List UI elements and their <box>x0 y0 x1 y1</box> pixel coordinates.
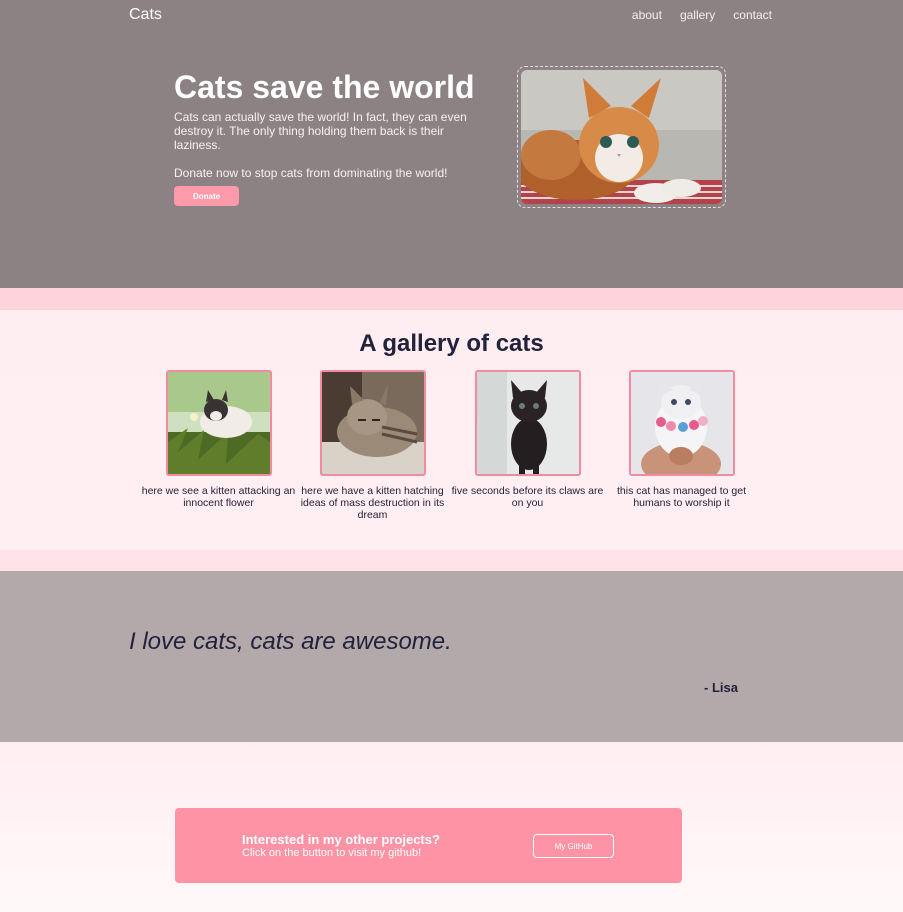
hero-photo-frame <box>517 66 726 208</box>
gallery-section: A gallery of cats here we see a kitten a… <box>0 310 903 550</box>
kitten-photo <box>521 70 722 204</box>
callout-subtitle: Click on the button to visit my github! <box>242 847 422 859</box>
nav-link-contact[interactable]: contact <box>733 8 772 22</box>
github-callout: Interested in my other projects? Click o… <box>175 808 682 883</box>
hero-title: Cats save the world <box>174 69 475 105</box>
gallery-caption: five seconds before its claws are on you <box>451 485 604 509</box>
gallery-card: here we see a kitten attacking an innoce… <box>141 370 296 509</box>
donate-button[interactable]: Donate <box>174 186 239 206</box>
gallery-image-sleeping-kitten[interactable] <box>319 370 426 476</box>
gallery-caption: here we have a kitten hatching ideas of … <box>300 485 445 521</box>
gallery-image-worshipped-cat[interactable] <box>628 370 735 476</box>
section-divider <box>0 550 903 571</box>
testimonial-author: - Lisa <box>704 680 738 695</box>
github-button[interactable]: My GitHub <box>533 834 614 858</box>
brand-link[interactable]: Cats <box>129 6 162 24</box>
top-nav: about gallery contact <box>614 8 772 22</box>
gallery-card: five seconds before its claws are on you <box>450 370 605 509</box>
gallery-card: this cat has managed to get humans to wo… <box>604 370 759 509</box>
donate-call-to-action: Donate now to stop cats from dominating … <box>174 166 448 180</box>
gallery-caption: here we see a kitten attacking an innoce… <box>141 485 296 509</box>
hero-section: Cats about gallery contact Cats save the… <box>0 0 903 288</box>
testimonial-section: I love cats, cats are awesome. - Lisa <box>0 571 903 742</box>
callout-title: Interested in my other projects? <box>242 832 440 847</box>
nav-link-gallery[interactable]: gallery <box>680 8 715 22</box>
projects-section: Interested in my other projects? Click o… <box>0 742 903 912</box>
gallery-image-flower-kitten[interactable] <box>165 370 272 476</box>
testimonial-quote: I love cats, cats are awesome. <box>129 628 452 655</box>
gallery-card: here we have a kitten hatching ideas of … <box>295 370 450 521</box>
nav-link-about[interactable]: about <box>632 8 662 22</box>
gallery-title: A gallery of cats <box>359 330 544 357</box>
hero-description: Cats can actually save the world! In fac… <box>174 110 467 152</box>
gallery-caption: this cat has managed to get humans to wo… <box>617 485 746 509</box>
gallery-image-black-kitten[interactable] <box>474 370 581 476</box>
section-divider <box>0 288 903 310</box>
